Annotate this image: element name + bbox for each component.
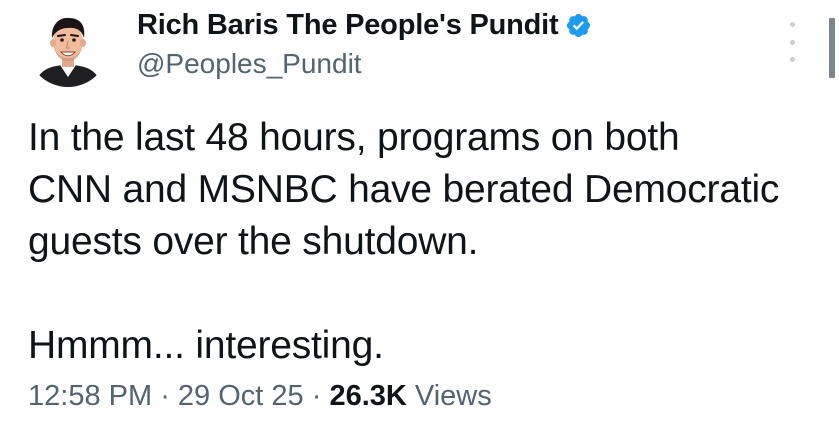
author-display-name[interactable]: Rich Baris The People's Pundit <box>137 9 559 42</box>
separator: · <box>303 380 330 412</box>
more-options-icon[interactable] <box>787 22 797 62</box>
tweet-text-line: CNN and MSNBC have berated Democratic <box>28 168 780 211</box>
tweet-text: In the last 48 hours, programs on both C… <box>28 112 828 372</box>
views-label: Views <box>406 380 492 412</box>
tweet-text-line: guests over the shutdown. <box>28 220 479 263</box>
tweet-header: Rich Baris The People's Pundit @Peoples_… <box>137 6 737 80</box>
dot <box>789 39 795 45</box>
post-time[interactable]: 12:58 PM <box>28 380 152 412</box>
scrollbar-thumb[interactable] <box>829 18 835 78</box>
tweet-text-line: In the last 48 hours, programs on both <box>28 116 680 159</box>
verified-badge-icon[interactable] <box>565 12 592 39</box>
name-row: Rich Baris The People's Pundit <box>137 6 737 44</box>
avatar-illustration-icon <box>27 5 109 87</box>
tweet-text-line: Hmmm... interesting. <box>28 324 384 367</box>
avatar[interactable] <box>27 5 109 87</box>
views-count: 26.3K <box>329 380 407 412</box>
separator: · <box>152 380 178 412</box>
dot <box>789 22 795 27</box>
author-handle[interactable]: @Peoples_Pundit <box>137 48 737 80</box>
dot <box>789 57 795 62</box>
tweet-card: Rich Baris The People's Pundit @Peoples_… <box>0 0 839 438</box>
post-date[interactable]: 29 Oct 25 <box>178 380 304 412</box>
tweet-metadata: 12:58 PM · 29 Oct 25 · 26.3K Views <box>28 380 492 413</box>
